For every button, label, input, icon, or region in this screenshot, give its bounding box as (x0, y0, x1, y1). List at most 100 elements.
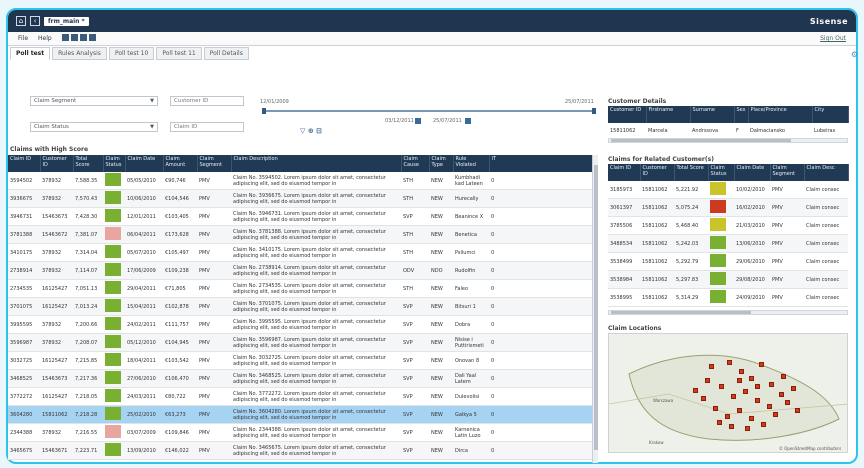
claim-marker[interactable] (729, 424, 734, 429)
tab-poll-test-10[interactable]: Poll test 10 (108, 47, 155, 60)
table-row[interactable]: 3604280 15811062 7,218.28 25/02/2010 €63,273… (8, 405, 593, 424)
slider-handle-start[interactable] (262, 108, 266, 114)
slider-handle-end[interactable] (592, 108, 596, 114)
date-from[interactable]: 03/12/2011 (385, 118, 414, 124)
claim-marker[interactable] (767, 404, 772, 409)
table-row[interactable]: 3772272 16125427 7,218.05 24/03/2011 €80,722… (8, 387, 593, 406)
table-row[interactable]: 3465675 15463671 7,223.71 13/09/2010 €146,02… (8, 441, 593, 460)
claims-table-scrollbar[interactable] (592, 155, 598, 463)
claim-marker[interactable] (709, 364, 714, 369)
claim-marker[interactable] (779, 392, 784, 397)
filter-icons[interactable]: ▽ ⊕ ⊟ (300, 127, 322, 135)
claim-marker[interactable] (749, 416, 754, 421)
column-header[interactable]: Claim Status (103, 155, 126, 172)
table-row[interactable]: 3185973 15811062 5,221.92 10/02/2010 PMV Clai… (608, 181, 848, 199)
back-icon[interactable]: ‹ (30, 16, 40, 26)
table-row[interactable]: 2344388 378932 7,216.55 03/07/2009 €109,846 P… (8, 423, 593, 442)
claim-marker[interactable] (737, 378, 742, 383)
claim-marker[interactable] (749, 376, 754, 381)
claim-marker[interactable] (713, 406, 718, 411)
claim-locations-map[interactable]: Warszawa Krakow © OpenStreetMap contribu… (608, 333, 848, 453)
table-row[interactable]: 3538995 15811062 5,314.29 24/09/2010 PMV Clai… (608, 288, 848, 307)
claim-id-input[interactable]: Claim ID (170, 122, 244, 132)
column-header[interactable]: Firstname (646, 106, 691, 123)
claim-marker[interactable] (693, 388, 698, 393)
table-row[interactable]: 3596987 378932 7,208.07 05/12/2010 €104,945 P… (8, 333, 593, 352)
column-header[interactable]: Customer ID (40, 155, 74, 172)
column-header[interactable]: IT (489, 155, 594, 172)
column-header[interactable]: Rule Violated (453, 155, 490, 172)
claim-marker[interactable] (705, 378, 710, 383)
claim-marker[interactable] (785, 400, 790, 405)
calendar-icon[interactable] (465, 118, 471, 124)
table-row[interactable]: 3468525 15463673 7,217.36 27/06/2010 €106,47… (8, 369, 593, 388)
sign-out-link[interactable]: Sign Out (820, 35, 846, 42)
column-header[interactable]: Place/Province (748, 106, 813, 123)
tab-rules-analysis[interactable]: Rules Analysis (52, 47, 107, 60)
claim-marker[interactable] (719, 384, 724, 389)
menu-file[interactable]: File (18, 35, 28, 42)
column-header[interactable]: Claim Cause (401, 155, 430, 172)
print-icon[interactable] (88, 34, 96, 41)
menu-help[interactable]: Help (38, 35, 52, 42)
claim-marker[interactable] (731, 394, 736, 399)
column-header[interactable]: City (812, 106, 849, 123)
table-row[interactable]: 3701075 16125427 7,013.24 15/04/2011 €102,87… (8, 297, 593, 316)
calendar-icon[interactable] (415, 118, 421, 124)
column-header[interactable]: Claim Date (734, 164, 771, 181)
column-header[interactable]: Surname (690, 106, 735, 123)
column-header[interactable]: Claim Amount (163, 155, 198, 172)
column-header[interactable]: Customer ID (640, 164, 675, 181)
table-row[interactable]: 3785506 15811062 5,468.40 21/03/2010 PMV Clai… (608, 216, 848, 235)
claim-marker[interactable] (761, 422, 766, 427)
column-header[interactable]: Claim Date (125, 155, 164, 172)
table-row[interactable]: 2734535 16125427 7,051.13 29/04/2011 €71,805… (8, 279, 593, 298)
column-header[interactable]: Claim Segment (770, 164, 805, 181)
export-icon[interactable] (70, 34, 78, 41)
table-row[interactable]: 3538499 15811062 5,292.79 29/06/2010 PMV Clai… (608, 252, 848, 271)
claim-marker[interactable] (743, 389, 748, 394)
date-to[interactable]: 25/07/2011 (433, 118, 462, 124)
customer-id-input[interactable]: Customer ID (170, 96, 244, 106)
claim-marker[interactable] (701, 396, 706, 401)
table-row[interactable]: 3781388 15463672 7,381.07 06/04/2011 €173,62… (8, 225, 593, 244)
claim-marker[interactable] (739, 369, 744, 374)
table-row[interactable]: 3946731 15463673 7,428.30 12/01/2011 €103,40… (8, 207, 593, 226)
document-tab[interactable]: frm_main * (44, 16, 89, 26)
column-header[interactable]: Claim ID (608, 164, 641, 181)
related-claims-hscroll[interactable] (608, 310, 848, 315)
table-row[interactable]: 3061397 15811062 5,075.24 16/02/2010 PMV Clai… (608, 198, 848, 217)
scrollbar-thumb[interactable] (611, 311, 751, 314)
column-header[interactable]: Claim Description (231, 155, 402, 172)
claim-marker[interactable] (755, 384, 760, 389)
claim-marker[interactable] (727, 360, 732, 365)
claim-marker[interactable] (737, 408, 742, 413)
column-header[interactable]: Customer ID (608, 106, 647, 123)
column-header[interactable]: Total Score (674, 164, 709, 181)
settings-icon[interactable]: ⚙ (851, 50, 858, 59)
table-row[interactable]: 3032725 16125427 7,215.85 18/04/2011 €103,54… (8, 351, 593, 370)
claim-marker[interactable] (769, 382, 774, 387)
table-row[interactable]: 3936675 378932 7,570.43 10/06/2010 €104,546 P… (8, 189, 593, 208)
claim-status-select[interactable]: Claim Status ▼ (30, 122, 158, 132)
table-row[interactable]: 3995595 378932 7,200.66 24/02/2011 €111,757 P… (8, 315, 593, 334)
table-row[interactable]: 3594502 378932 7,588.35 05/05/2010 €90,746 PM… (8, 172, 593, 190)
tab-poll-test[interactable]: Poll test (10, 47, 51, 60)
claim-marker[interactable] (717, 420, 722, 425)
tab-poll-details[interactable]: Poll Details (203, 47, 249, 60)
table-row[interactable]: 3538984 15811062 5,297.83 29/08/2010 PMV Clai… (608, 270, 848, 289)
date-range-slider[interactable] (262, 108, 596, 114)
claim-segment-select[interactable]: Claim Segment ▼ (30, 96, 158, 106)
table-row[interactable]: 3410175 378932 7,314.04 05/07/2010 €105,497 P… (8, 243, 593, 262)
claim-marker[interactable] (791, 386, 796, 391)
claim-marker[interactable] (725, 414, 730, 419)
column-header[interactable]: Claim Status (708, 164, 735, 181)
column-header[interactable]: Claim ID (8, 155, 41, 172)
claim-marker[interactable] (745, 426, 750, 431)
column-header[interactable]: Claim Type (429, 155, 454, 172)
column-header[interactable]: Claim Desc (804, 164, 849, 181)
refresh-icon[interactable] (79, 34, 87, 41)
column-header[interactable]: Claim Segment (197, 155, 232, 172)
claim-marker[interactable] (795, 408, 800, 413)
home-icon[interactable]: ⌂ (16, 16, 26, 26)
